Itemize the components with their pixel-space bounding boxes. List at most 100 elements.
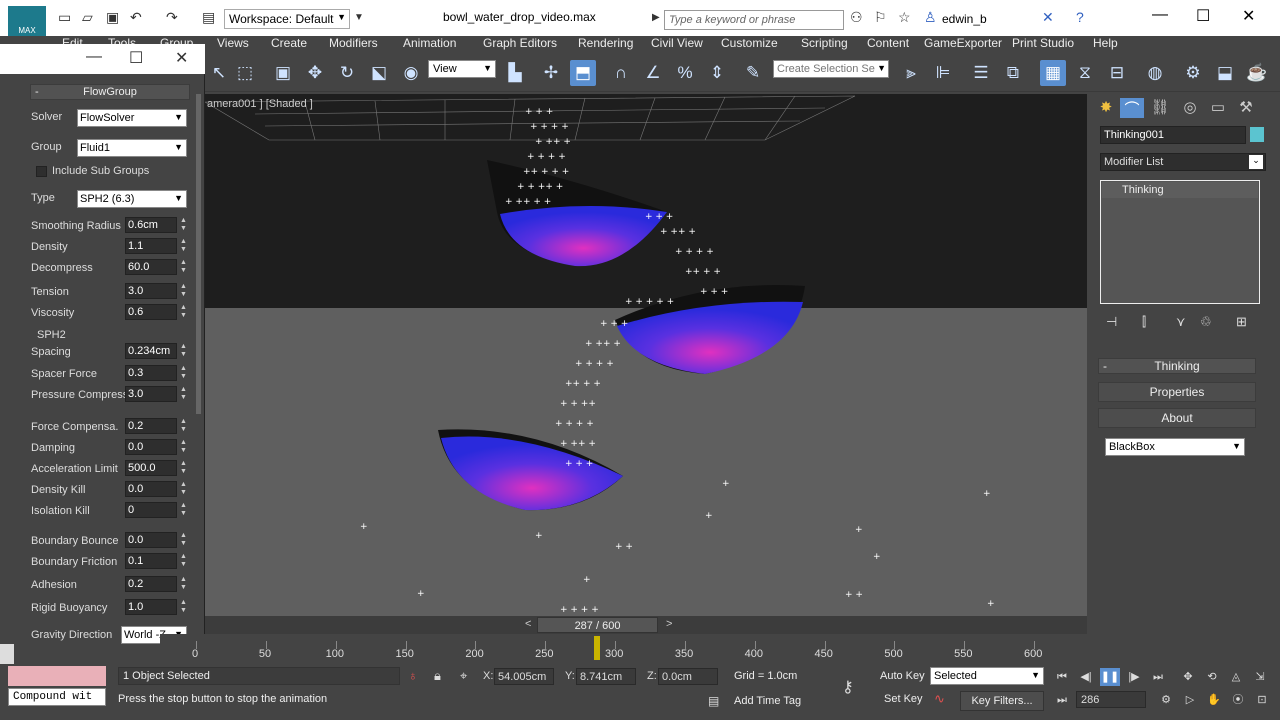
spinner-icon[interactable]: ▲ ▼ xyxy=(180,217,187,233)
rectangle-selection-icon[interactable]: ⬚ xyxy=(232,60,258,86)
overflow-icon[interactable]: ▼ xyxy=(354,12,364,23)
perspective-viewport[interactable]: + + + + + + + + ++ + + + + + ++ + + + + + ++… xyxy=(205,94,1087,616)
project-folder-icon[interactable]: ▤ xyxy=(202,9,215,26)
make-unique-icon[interactable]: ⋎ xyxy=(1176,314,1186,330)
workspace-dropdown[interactable]: Workspace: Default ▼ xyxy=(224,9,350,29)
isolation-kill-field[interactable]: 0 xyxy=(125,502,177,518)
key-mode-icon[interactable]: ⏭ xyxy=(1052,691,1072,709)
panel-minimize-button[interactable]: — xyxy=(86,48,102,66)
flowgroup-rollout-header[interactable]: - FlowGroup xyxy=(30,84,190,100)
z-coord-field[interactable]: 0.0cm xyxy=(658,668,718,685)
layer-explorer-icon[interactable]: ⧉ xyxy=(1000,60,1026,86)
maxscript-input[interactable]: Compound wit xyxy=(8,688,106,706)
spinner-icon[interactable]: ▲ ▼ xyxy=(180,304,187,320)
spinner-icon[interactable]: ▲ ▼ xyxy=(180,238,187,254)
type-dropdown[interactable]: SPH2 (6.3) ▼ xyxy=(77,190,187,208)
default-in-out-tangents-icon[interactable]: ∿ xyxy=(934,691,945,707)
rendered-frame-window-icon[interactable]: ⬓ xyxy=(1212,60,1238,86)
pressure-compress-field[interactable]: 3.0 xyxy=(125,386,177,402)
communication-center-icon[interactable]: ⚐ xyxy=(874,9,887,26)
menu-rendering[interactable]: Rendering xyxy=(578,36,633,50)
tension-field[interactable]: 3.0 xyxy=(125,283,177,299)
schematic-view-icon[interactable]: ⊟ xyxy=(1104,60,1130,86)
spinner-icon[interactable]: ▲ ▼ xyxy=(180,343,187,359)
boundary-bounce-field[interactable]: 0.0 xyxy=(125,532,177,548)
density-kill-field[interactable]: 0.0 xyxy=(125,481,177,497)
display-tab-icon[interactable]: ▭ xyxy=(1206,98,1230,118)
spinner-icon[interactable]: ▲ ▼ xyxy=(180,553,187,569)
next-key-icon[interactable]: |▶ xyxy=(1124,668,1144,686)
curve-editor-icon[interactable]: ⧖ xyxy=(1072,60,1098,86)
track-bar[interactable] xyxy=(160,634,1090,664)
time-slider-frame-display[interactable]: 287 / 600 xyxy=(537,617,658,633)
y-coord-field[interactable]: 8.741cm xyxy=(576,668,636,685)
orbit-subobject-icon[interactable]: ⦿ xyxy=(1228,691,1248,709)
spacing-field[interactable]: 0.234cm xyxy=(125,343,177,359)
pivot-center-icon[interactable]: ▙ xyxy=(502,60,528,86)
menu-views[interactable]: Views xyxy=(217,36,249,50)
mirror-icon[interactable]: ⫸ xyxy=(898,60,924,86)
utilities-tab-icon[interactable]: ⚒ xyxy=(1234,98,1258,118)
density-field[interactable]: 1.1 xyxy=(125,238,177,254)
decompress-field[interactable]: 60.0 xyxy=(125,259,177,275)
new-file-icon[interactable]: ▭ xyxy=(58,9,71,26)
selection-set-dropdown[interactable]: Selected ▼ xyxy=(930,667,1044,685)
next-frame-icon[interactable]: > xyxy=(666,618,672,630)
maximize-viewport-icon[interactable]: ⇲ xyxy=(1250,668,1270,686)
select-manipulate-icon[interactable]: ✢ xyxy=(538,60,564,86)
scene-explorer-icon[interactable]: ☰ xyxy=(968,60,994,86)
include-sub-groups-checkbox[interactable] xyxy=(36,166,47,177)
create-tab-icon[interactable]: ✸ xyxy=(1094,98,1118,118)
rigid-buoyancy-field[interactable]: 1.0 xyxy=(125,599,177,615)
spinner-icon[interactable]: ▲ ▼ xyxy=(180,386,187,402)
configure-modifier-sets-icon[interactable]: ⊞ xyxy=(1236,314,1247,330)
show-end-result-icon[interactable]: ⫿ xyxy=(1142,314,1146,330)
previous-frame-icon[interactable]: < xyxy=(525,618,531,630)
time-configuration-icon[interactable]: ⚙ xyxy=(1156,691,1176,709)
key-filters-button[interactable]: Key Filters... xyxy=(960,691,1044,711)
rotate-icon[interactable]: ↻ xyxy=(334,60,360,86)
walk-through-icon[interactable]: ▷ xyxy=(1180,691,1200,709)
render-production-icon[interactable]: ☕ xyxy=(1244,60,1270,86)
maximize-button[interactable]: ☐ xyxy=(1196,6,1210,26)
acceleration-limit-field[interactable]: 500.0 xyxy=(125,460,177,476)
spinner-icon[interactable]: ▲ ▼ xyxy=(180,259,187,275)
adhesion-field[interactable]: 0.2 xyxy=(125,576,177,592)
spinner-icon[interactable]: ▲ ▼ xyxy=(180,502,187,518)
object-color-swatch[interactable] xyxy=(1250,127,1264,142)
go-to-end-icon[interactable]: ⏭ xyxy=(1148,668,1168,686)
stack-item-thinking[interactable]: Thinking xyxy=(1102,182,1258,198)
menu-scripting[interactable]: Scripting xyxy=(801,36,848,50)
properties-button[interactable]: Properties xyxy=(1098,382,1256,402)
save-icon[interactable]: ▣ xyxy=(106,9,119,26)
isolate-selection-icon[interactable]: ♁ xyxy=(408,668,418,683)
boundary-friction-field[interactable]: 0.1 xyxy=(125,553,177,569)
menu-graph-editors[interactable]: Graph Editors xyxy=(483,36,557,50)
viewport-label[interactable]: amera001 ] [Shaded ] xyxy=(207,98,313,110)
pan-view-icon[interactable]: ✋ xyxy=(1204,691,1224,709)
menu-help[interactable]: Help xyxy=(1093,36,1118,50)
spinner-snap-icon[interactable]: ⇕ xyxy=(704,60,730,86)
binoculars-icon[interactable]: ⚇ xyxy=(850,9,863,26)
menu-print-studio[interactable]: Print Studio xyxy=(1012,36,1074,50)
spinner-icon[interactable]: ▲ ▼ xyxy=(180,532,187,548)
align-icon[interactable]: ⊫ xyxy=(930,60,956,86)
set-key-button[interactable]: Set Key xyxy=(884,693,923,705)
set-key-icon[interactable]: ⚷ xyxy=(842,677,854,697)
menu-gameexporter[interactable]: GameExporter xyxy=(924,36,1002,50)
menu-content[interactable]: Content xyxy=(867,36,909,50)
user-name[interactable]: edwin_b xyxy=(942,12,987,26)
thinking-rollout-header[interactable]: - Thinking xyxy=(1098,358,1256,374)
select-object-icon[interactable]: ↖ xyxy=(206,60,232,86)
placement-icon[interactable]: ◉ xyxy=(398,60,424,86)
keyboard-shortcut-override-icon[interactable]: ⬒ xyxy=(570,60,596,86)
maxscript-mini-listener[interactable] xyxy=(8,666,106,686)
material-editor-icon[interactable]: ◍ xyxy=(1142,60,1168,86)
modify-tab-icon[interactable]: ⌒ xyxy=(1120,98,1144,118)
spacer-force-field[interactable]: 0.3 xyxy=(125,365,177,381)
panel-maximize-button[interactable]: ☐ xyxy=(129,48,143,68)
pause-icon[interactable]: ❚❚ xyxy=(1100,668,1120,686)
move-icon[interactable]: ✥ xyxy=(302,60,328,86)
time-tag-icon[interactable]: ▤ xyxy=(708,694,719,708)
expand-arrow-icon[interactable]: ▶ xyxy=(652,12,660,23)
